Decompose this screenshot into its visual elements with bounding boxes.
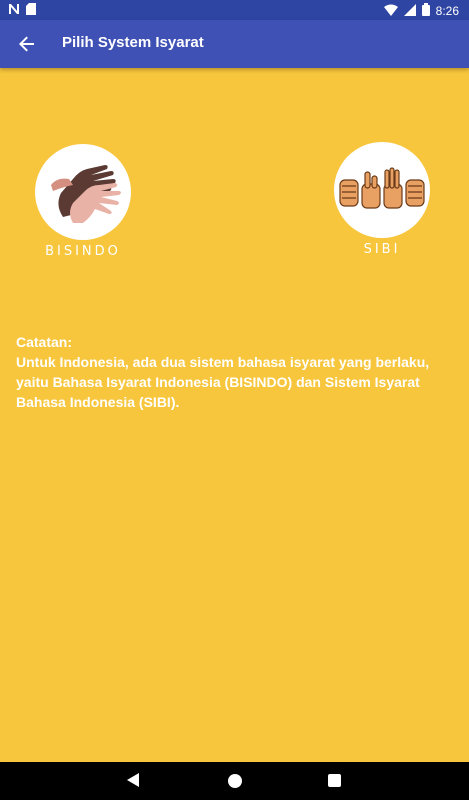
- nav-back-button[interactable]: [127, 773, 139, 792]
- note-body: Untuk Indonesia, ada dua sistem bahasa i…: [16, 354, 430, 410]
- sibi-hands-icon: [339, 167, 425, 209]
- note-section: Catatan: Untuk Indonesia, ada dua sistem…: [16, 332, 456, 412]
- navigation-bar: [0, 762, 469, 800]
- status-bar: 8:26: [0, 0, 469, 20]
- arrow-left-icon: [19, 36, 34, 52]
- recents-square-icon[interactable]: [328, 774, 341, 787]
- signal-icon: [403, 3, 416, 19]
- note-heading: Catatan:: [16, 334, 73, 350]
- sibi-label: SIBI: [363, 242, 401, 257]
- n-notification-icon: [8, 3, 20, 18]
- bisindo-option[interactable]: BISINDO: [35, 144, 131, 259]
- back-triangle-icon: [127, 773, 139, 787]
- sd-card-icon: [26, 3, 36, 18]
- bisindo-label: BISINDO: [45, 244, 121, 259]
- sibi-option[interactable]: SIBI: [334, 142, 430, 257]
- page-title: Pilih System Isyarat: [62, 34, 204, 51]
- bisindo-hands-icon: [51, 165, 121, 223]
- home-circle-icon[interactable]: [228, 774, 242, 788]
- battery-icon: [421, 3, 430, 19]
- bisindo-image[interactable]: [35, 144, 131, 240]
- back-button[interactable]: [14, 32, 40, 56]
- sibi-image[interactable]: [334, 142, 430, 238]
- wifi-icon: [383, 4, 398, 19]
- status-time: 8:26: [435, 4, 459, 18]
- app-bar: Pilih System Isyarat: [0, 20, 469, 68]
